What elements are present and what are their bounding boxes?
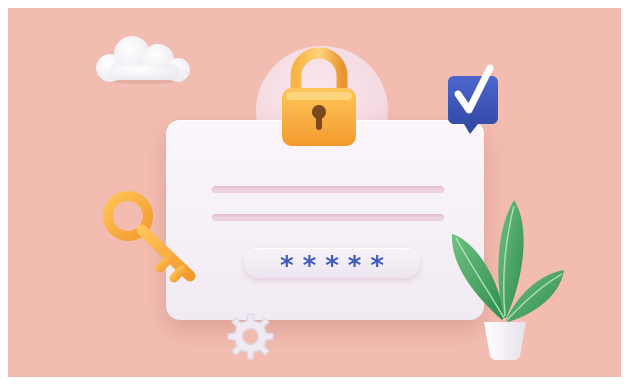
password-mask: ***** [280, 251, 393, 281]
plant-icon [451, 200, 564, 361]
security-illustration: ***** [8, 8, 621, 377]
login-card: ***** [166, 120, 484, 320]
password-field: ***** [244, 248, 420, 281]
padlock-icon [282, 47, 356, 146]
cloud-icon [96, 36, 190, 84]
gear-icon [227, 313, 274, 360]
checkmark-badge-icon [448, 64, 498, 134]
key-icon [103, 191, 196, 283]
username-field-line [212, 186, 444, 193]
email-field-line [212, 214, 444, 221]
